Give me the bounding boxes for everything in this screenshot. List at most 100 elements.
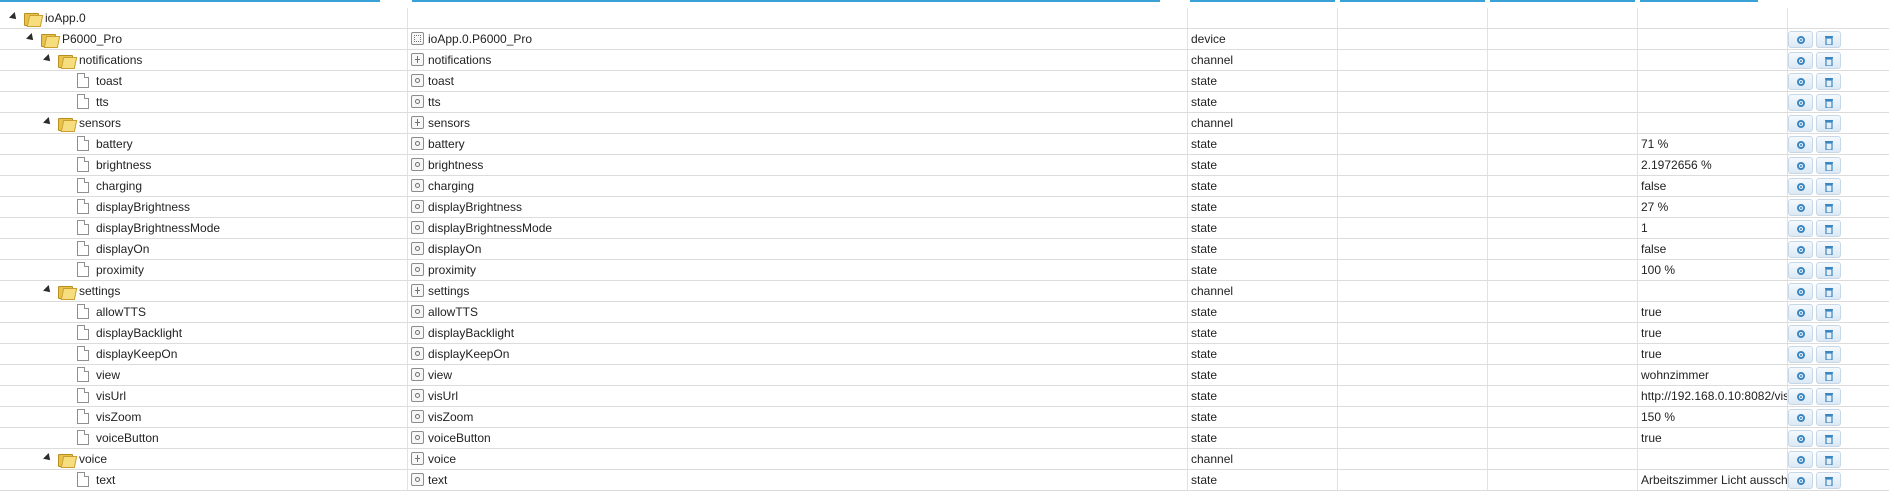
delete-button[interactable] bbox=[1816, 52, 1841, 69]
column-header-room[interactable] bbox=[1490, 0, 1635, 2]
delete-button[interactable] bbox=[1816, 94, 1841, 111]
column-header-name[interactable] bbox=[0, 0, 380, 2]
table-row[interactable]: displayBacklight displayBacklight state tru… bbox=[0, 323, 1889, 344]
table-row[interactable]: displayBrightnessMode displayBrightnessMo… bbox=[0, 218, 1889, 239]
delete-button[interactable] bbox=[1816, 304, 1841, 321]
id-cell: view bbox=[408, 365, 1188, 385]
column-header-value[interactable] bbox=[1640, 0, 1758, 2]
table-row[interactable]: proximity proximity state 100 % bbox=[0, 260, 1889, 281]
edit-button[interactable] bbox=[1788, 388, 1813, 405]
table-row[interactable]: view view state wohnzimmer bbox=[0, 365, 1889, 386]
delete-button[interactable] bbox=[1816, 430, 1841, 447]
delete-button[interactable] bbox=[1816, 136, 1841, 153]
edit-button[interactable] bbox=[1788, 325, 1813, 342]
id-cell: charging bbox=[408, 176, 1188, 196]
table-row[interactable]: battery battery state 71 % bbox=[0, 134, 1889, 155]
table-row[interactable]: notifications notifications channel bbox=[0, 50, 1889, 71]
edit-button[interactable] bbox=[1788, 430, 1813, 447]
edit-button[interactable] bbox=[1788, 346, 1813, 363]
delete-button[interactable] bbox=[1816, 241, 1841, 258]
table-row[interactable]: voiceButton voiceButton state true bbox=[0, 428, 1889, 449]
table-row[interactable]: settings settings channel bbox=[0, 281, 1889, 302]
value-cell: 2.1972656 % bbox=[1638, 155, 1788, 175]
object-type: state bbox=[1191, 221, 1218, 235]
edit-button[interactable] bbox=[1788, 52, 1813, 69]
edit-button[interactable] bbox=[1788, 304, 1813, 321]
object-type: state bbox=[1191, 242, 1218, 256]
delete-button[interactable] bbox=[1816, 388, 1841, 405]
table-row[interactable]: text text state Arbeitszimmer Licht aussch bbox=[0, 470, 1889, 491]
table-row[interactable]: toast toast state bbox=[0, 71, 1889, 92]
edit-button[interactable] bbox=[1788, 283, 1813, 300]
table-row[interactable]: voice voice channel bbox=[0, 449, 1889, 470]
name-cell: charging bbox=[0, 176, 408, 196]
delete-button[interactable] bbox=[1816, 199, 1841, 216]
tree-expand-icon[interactable] bbox=[43, 285, 53, 295]
edit-button[interactable] bbox=[1788, 199, 1813, 216]
object-id: brightness bbox=[428, 158, 484, 172]
delete-button[interactable] bbox=[1816, 220, 1841, 237]
delete-button[interactable] bbox=[1816, 31, 1841, 48]
edit-button[interactable] bbox=[1788, 136, 1813, 153]
table-row[interactable]: tts tts state bbox=[0, 92, 1889, 113]
column-header-id[interactable] bbox=[412, 0, 1160, 2]
gear-icon bbox=[1797, 477, 1805, 485]
edit-button[interactable] bbox=[1788, 262, 1813, 279]
edit-button[interactable] bbox=[1788, 220, 1813, 237]
delete-button[interactable] bbox=[1816, 73, 1841, 90]
type-cell: state bbox=[1188, 344, 1338, 364]
object-name: tts bbox=[96, 95, 109, 109]
table-row[interactable]: allowTTS allowTTS state true bbox=[0, 302, 1889, 323]
table-row[interactable]: charging charging state false bbox=[0, 176, 1889, 197]
table-row[interactable]: visUrl visUrl state http://192.168.0.10:808… bbox=[0, 386, 1889, 407]
table-row[interactable]: ioApp.0 bbox=[0, 8, 1889, 29]
delete-button[interactable] bbox=[1816, 367, 1841, 384]
delete-button[interactable] bbox=[1816, 283, 1841, 300]
delete-button[interactable] bbox=[1816, 346, 1841, 363]
delete-button[interactable] bbox=[1816, 178, 1841, 195]
role-cell bbox=[1338, 386, 1488, 406]
edit-button[interactable] bbox=[1788, 241, 1813, 258]
id-cell: settings bbox=[408, 281, 1188, 301]
object-type: state bbox=[1191, 95, 1218, 109]
delete-button[interactable] bbox=[1816, 115, 1841, 132]
table-row[interactable]: brightness brightness state 2.1972656 % bbox=[0, 155, 1889, 176]
edit-button[interactable] bbox=[1788, 367, 1813, 384]
delete-button[interactable] bbox=[1816, 325, 1841, 342]
edit-button[interactable] bbox=[1788, 73, 1813, 90]
tree-expand-icon[interactable] bbox=[26, 33, 36, 43]
delete-button[interactable] bbox=[1816, 262, 1841, 279]
delete-button[interactable] bbox=[1816, 472, 1841, 489]
table-row[interactable]: visZoom visZoom state 150 % bbox=[0, 407, 1889, 428]
edit-button[interactable] bbox=[1788, 451, 1813, 468]
edit-button[interactable] bbox=[1788, 31, 1813, 48]
table-row[interactable]: sensors sensors channel bbox=[0, 113, 1889, 134]
room-cell bbox=[1488, 407, 1638, 427]
object-name: displayKeepOn bbox=[96, 347, 178, 361]
role-cell bbox=[1338, 323, 1488, 343]
tree-expand-icon[interactable] bbox=[43, 453, 53, 463]
table-row[interactable]: P6000_Pro ioApp.0.P6000_Pro device bbox=[0, 29, 1889, 50]
delete-button[interactable] bbox=[1816, 451, 1841, 468]
column-header-type[interactable] bbox=[1190, 0, 1335, 2]
delete-button[interactable] bbox=[1816, 157, 1841, 174]
edit-button[interactable] bbox=[1788, 94, 1813, 111]
table-row[interactable]: displayKeepOn displayKeepOn state true bbox=[0, 344, 1889, 365]
tree-expand-icon[interactable] bbox=[9, 12, 19, 22]
table-row[interactable]: displayBrightness displayBrightness state 2… bbox=[0, 197, 1889, 218]
table-row[interactable]: displayOn displayOn state false bbox=[0, 239, 1889, 260]
tree-expand-icon[interactable] bbox=[43, 117, 53, 127]
edit-button[interactable] bbox=[1788, 115, 1813, 132]
object-type: state bbox=[1191, 158, 1218, 172]
column-header-role[interactable] bbox=[1340, 0, 1485, 2]
edit-button[interactable] bbox=[1788, 472, 1813, 489]
state-icon bbox=[411, 74, 424, 87]
edit-button[interactable] bbox=[1788, 178, 1813, 195]
object-type: state bbox=[1191, 137, 1218, 151]
edit-button[interactable] bbox=[1788, 157, 1813, 174]
delete-button[interactable] bbox=[1816, 409, 1841, 426]
edit-button[interactable] bbox=[1788, 409, 1813, 426]
tree-expand-icon[interactable] bbox=[43, 54, 53, 64]
folder-icon bbox=[58, 452, 78, 468]
role-cell bbox=[1338, 197, 1488, 217]
